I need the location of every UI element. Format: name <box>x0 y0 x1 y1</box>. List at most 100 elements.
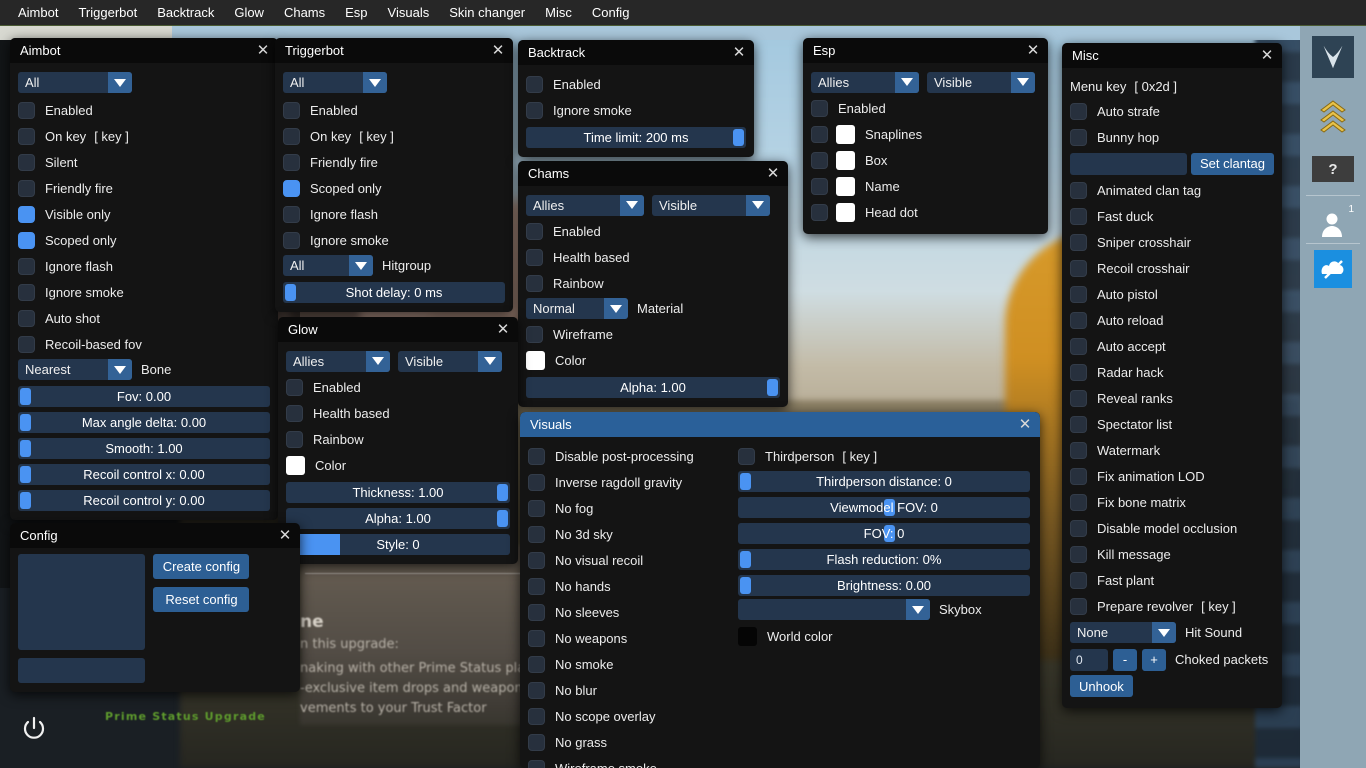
glow-visibility-select[interactable]: Visible <box>398 350 502 372</box>
visuals-checkbox-no-scope-overlay[interactable] <box>528 707 545 725</box>
visuals-slider-fov[interactable]: FOV: 0 <box>738 523 1030 544</box>
triggerbot-slider-shot-delay[interactable]: Shot delay: 0 ms <box>283 282 505 303</box>
glow-checkbox-rainbow[interactable] <box>286 430 303 448</box>
aimbot-checkbox-recoil-based-fov[interactable] <box>18 335 35 353</box>
triggerbot-checkbox-ignore-smoke[interactable] <box>283 231 300 249</box>
esp-team-select[interactable]: Allies <box>811 71 919 93</box>
slider-handle[interactable] <box>20 440 31 457</box>
close-icon[interactable]: ✕ <box>730 44 748 62</box>
visuals-slider-brightness[interactable]: Brightness: 0.00 <box>738 575 1030 596</box>
triggerbot-weapon-select[interactable]: All <box>283 72 387 93</box>
glow-slider-thickness[interactable]: Thickness: 1.00 <box>286 482 510 503</box>
menu-item-skin-changer[interactable]: Skin changer <box>439 2 535 23</box>
close-icon[interactable]: ✕ <box>276 527 294 545</box>
visuals-checkbox-no-3d-sky[interactable] <box>528 525 545 543</box>
misc-choked-value-input[interactable]: 0 <box>1070 648 1108 671</box>
visuals-skybox-select[interactable] <box>738 599 930 620</box>
visuals-checkbox-no-blur[interactable] <box>528 681 545 699</box>
slider-handle[interactable] <box>740 473 751 490</box>
misc-checkbox-recoil-crosshair[interactable] <box>1070 259 1087 277</box>
menu-item-chams[interactable]: Chams <box>274 2 335 23</box>
misc-checkbox-auto-reload[interactable] <box>1070 311 1087 329</box>
misc-checkbox-watermark[interactable] <box>1070 441 1087 459</box>
config-create-button[interactable]: Create config <box>153 554 250 579</box>
aimbot-checkbox-silent[interactable] <box>18 153 35 171</box>
esp-color-swatch-snaplines[interactable] <box>836 124 855 144</box>
esp-visibility-select[interactable]: Visible <box>927 71 1035 93</box>
chams-checkbox-enabled[interactable] <box>526 222 543 240</box>
config-reset-button[interactable]: Reset config <box>153 587 250 612</box>
power-button[interactable] <box>20 715 48 743</box>
misc-checkbox-disable-model-occlusion[interactable] <box>1070 519 1087 537</box>
aimbot-titlebar[interactable]: Aimbot ✕ <box>10 38 278 63</box>
help-icon[interactable]: ? <box>1312 156 1354 182</box>
close-icon[interactable]: ✕ <box>254 42 272 60</box>
esp-checkbox-box[interactable] <box>811 151 828 169</box>
menu-item-glow[interactable]: Glow <box>224 2 274 23</box>
misc-hitsound-select[interactable]: None <box>1070 622 1176 643</box>
visuals-checkbox-no-visual-recoil[interactable] <box>528 551 545 569</box>
visuals-checkbox-inverse-ragdoll-gravity[interactable] <box>528 473 545 491</box>
glow-checkbox-enabled[interactable] <box>286 378 303 396</box>
esp-checkbox-enabled[interactable] <box>811 99 828 117</box>
esp-checkbox-name[interactable] <box>811 177 828 195</box>
config-name-input[interactable] <box>18 658 146 683</box>
esp-color-swatch-box[interactable] <box>836 150 855 170</box>
glow-slider-alpha[interactable]: Alpha: 1.00 <box>286 508 510 529</box>
chams-checkbox-health-based[interactable] <box>526 248 543 266</box>
close-icon[interactable]: ✕ <box>1016 416 1034 434</box>
misc-checkbox-reveal-ranks[interactable] <box>1070 389 1087 407</box>
menu-item-aimbot[interactable]: Aimbot <box>8 2 68 23</box>
misc-unhook-button[interactable]: Unhook <box>1070 675 1133 697</box>
visuals-checkbox-no-hands[interactable] <box>528 577 545 595</box>
visuals-checkbox-thirdperson[interactable] <box>738 447 755 465</box>
misc-checkbox-sniper-crosshair[interactable] <box>1070 233 1087 251</box>
misc-choked-increment-button[interactable]: + <box>1142 648 1166 671</box>
cloud-sync-icon[interactable] <box>1314 250 1352 288</box>
misc-checkbox-animated-clan-tag[interactable] <box>1070 181 1087 199</box>
chams-titlebar[interactable]: Chams ✕ <box>518 161 788 186</box>
glow-checkbox-health-based[interactable] <box>286 404 303 422</box>
aimbot-checkbox-enabled[interactable] <box>18 101 35 119</box>
triggerbot-checkbox-enabled[interactable] <box>283 101 300 119</box>
aimbot-checkbox-auto-shot[interactable] <box>18 309 35 327</box>
triggerbot-checkbox-friendly-fire[interactable] <box>283 153 300 171</box>
aimbot-weapon-select[interactable]: All <box>18 72 132 93</box>
menu-item-config[interactable]: Config <box>582 2 640 23</box>
aimbot-checkbox-on-key[interactable] <box>18 127 35 145</box>
slider-handle[interactable] <box>740 577 751 594</box>
misc-checkbox-fast-plant[interactable] <box>1070 571 1087 589</box>
visuals-slider-flash-reduction[interactable]: Flash reduction: 0% <box>738 549 1030 570</box>
aimbot-on-key-binding[interactable]: [ key ] <box>94 129 129 144</box>
config-titlebar[interactable]: Config ✕ <box>10 523 300 548</box>
visuals-thirdperson-binding[interactable]: [ key ] <box>842 449 877 464</box>
visuals-titlebar[interactable]: Visuals ✕ <box>520 412 1040 437</box>
esp-color-swatch-head-dot[interactable] <box>836 202 855 222</box>
triggerbot-checkbox-scoped-only[interactable] <box>283 179 300 197</box>
triggerbot-checkbox-on-key[interactable] <box>283 127 300 145</box>
menu-item-triggerbot[interactable]: Triggerbot <box>68 2 147 23</box>
visuals-checkbox-wireframe-smoke[interactable] <box>528 759 545 768</box>
triggerbot-on-key-binding[interactable]: [ key ] <box>359 129 394 144</box>
misc-checkbox-bunny-hop[interactable] <box>1070 128 1087 146</box>
menu-item-esp[interactable]: Esp <box>335 2 377 23</box>
aimbot-slider-fov[interactable]: Fov: 0.00 <box>18 386 270 407</box>
triggerbot-hitgroup-select[interactable]: All <box>283 255 373 276</box>
misc-checkbox-fast-duck[interactable] <box>1070 207 1087 225</box>
misc-checkbox-auto-pistol[interactable] <box>1070 285 1087 303</box>
aimbot-slider-max-angle-delta[interactable]: Max angle delta: 0.00 <box>18 412 270 433</box>
misc-checkbox-fix-bone-matrix[interactable] <box>1070 493 1087 511</box>
misc-clantag-input[interactable] <box>1070 152 1187 175</box>
visuals-checkbox-disable-post-processing[interactable] <box>528 447 545 465</box>
slider-handle[interactable] <box>497 484 508 501</box>
chams-color-swatch[interactable] <box>526 350 545 370</box>
visuals-slider-thirdperson-distance[interactable]: Thirdperson distance: 0 <box>738 471 1030 492</box>
glow-color-swatch[interactable] <box>286 455 305 475</box>
misc-checkbox-fix-animation-lod[interactable] <box>1070 467 1087 485</box>
misc-checkbox-kill-message[interactable] <box>1070 545 1087 563</box>
misc-prepare-revolver-binding[interactable]: [ key ] <box>1201 599 1236 614</box>
visuals-checkbox-no-weapons[interactable] <box>528 629 545 647</box>
aimbot-slider-recoil-control-x[interactable]: Recoil control x: 0.00 <box>18 464 270 485</box>
visuals-checkbox-no-fog[interactable] <box>528 499 545 517</box>
misc-checkbox-radar-hack[interactable] <box>1070 363 1087 381</box>
